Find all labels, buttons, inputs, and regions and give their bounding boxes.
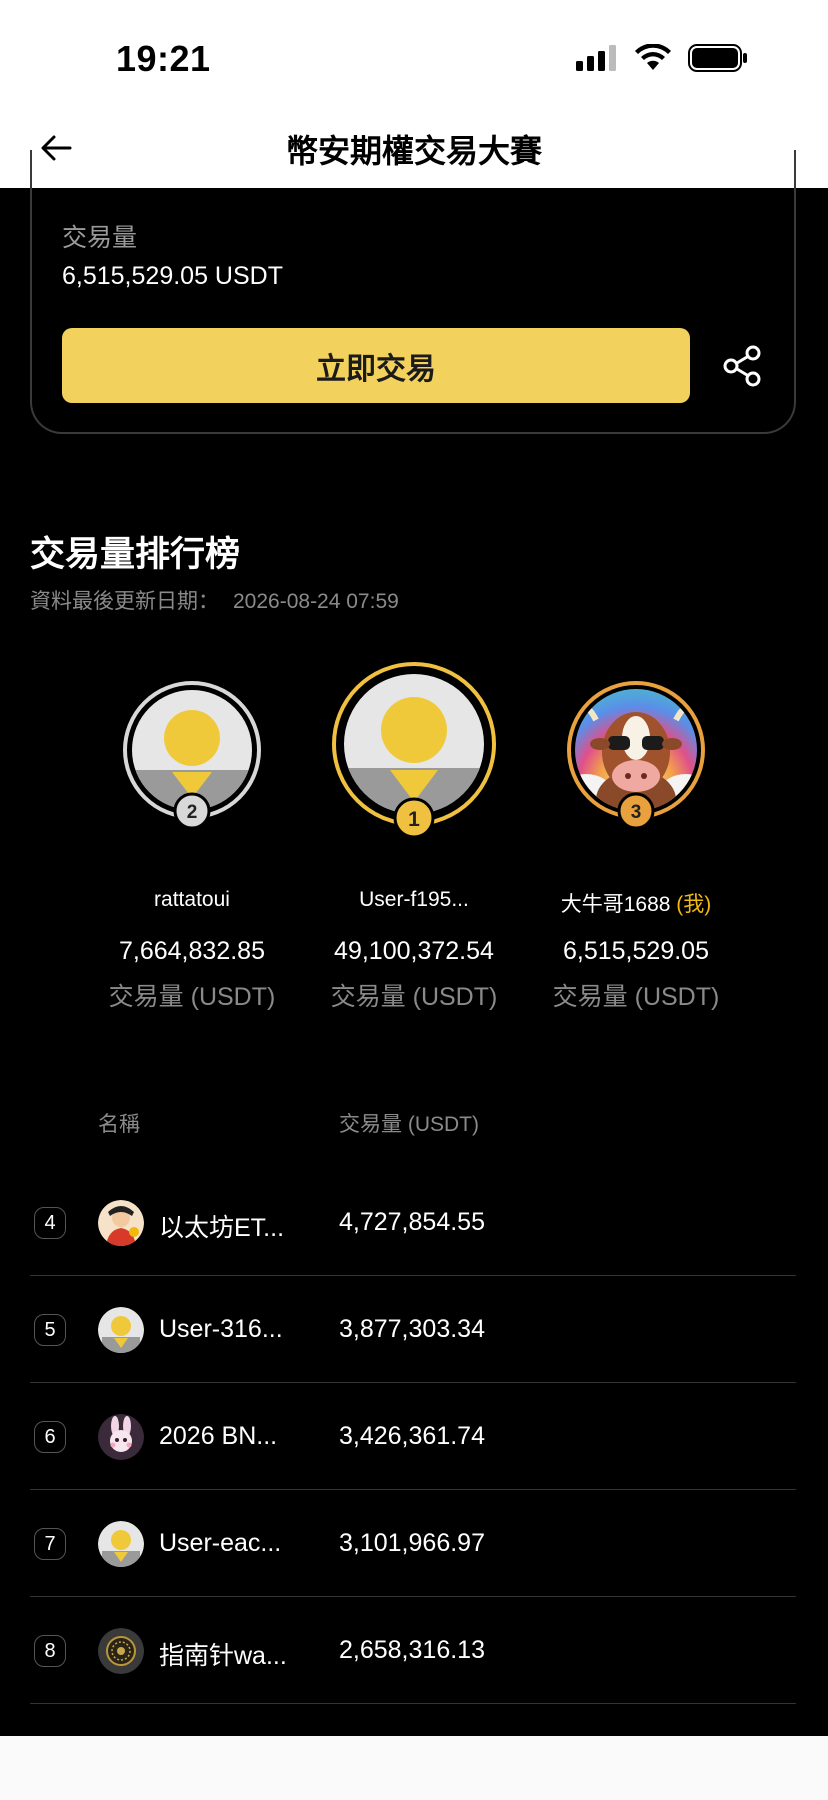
volume-value: 6,515,529.05 USDT: [62, 262, 283, 290]
cartoon-avatar-icon: [98, 1200, 144, 1246]
podium-unit-rank-1: 交易量 (USDT): [330, 983, 498, 1011]
coin-avatar-icon: [98, 1628, 144, 1674]
rank-2-badge: 2: [187, 802, 198, 823]
rank-badge: 4: [34, 1207, 66, 1239]
rank-badge: 7: [34, 1528, 66, 1560]
column-header-volume: 交易量 (USDT): [339, 1113, 479, 1136]
row-name: 2026 BN...: [159, 1422, 278, 1450]
row-value: 3,101,966.97: [339, 1529, 485, 1557]
rank-badge: 5: [34, 1314, 66, 1346]
table-row[interactable]: 8 指南针wa... 2,658,316.13: [30, 1596, 796, 1704]
bottom-bar: [0, 1736, 828, 1800]
table-row[interactable]: 4 以太坊ET... 4,727,854.55: [30, 1168, 796, 1276]
trade-now-button[interactable]: 立即交易: [62, 328, 690, 403]
default-avatar-icon: [98, 1307, 144, 1353]
row-name: User-316...: [159, 1315, 283, 1343]
row-name: User-eac...: [159, 1529, 282, 1557]
status-icons: [576, 44, 748, 72]
signal-icon: [576, 45, 616, 71]
podium-value-rank-3: 6,515,529.05: [563, 937, 709, 965]
podium-avatar-rank-2[interactable]: 2: [122, 680, 262, 830]
battery-icon: [688, 44, 747, 72]
podium-name-rank-2: rattatoui: [154, 888, 230, 911]
rank-badge: 8: [34, 1635, 66, 1667]
status-time: 19:21: [116, 38, 211, 79]
update-time: 2026-08-24 07:59: [233, 590, 399, 613]
podium-name-rank-3: 大牛哥1688 (我): [526, 888, 746, 918]
rank-1-badge: 1: [408, 808, 420, 831]
leaderboard-title: 交易量排行榜: [30, 535, 241, 574]
volume-label: 交易量: [62, 224, 138, 252]
podium-unit-rank-3: 交易量 (USDT): [552, 983, 720, 1011]
row-name: 指南针wa...: [159, 1642, 287, 1670]
column-header-name: 名稱: [98, 1113, 140, 1136]
status-bar: 19:21: [0, 0, 828, 110]
row-value: 2,658,316.13: [339, 1636, 485, 1664]
wifi-icon: [635, 44, 671, 70]
row-value: 3,426,361.74: [339, 1422, 485, 1450]
podium-value-rank-1: 49,100,372.54: [334, 937, 494, 965]
podium-avatar-rank-3[interactable]: 3: [566, 680, 706, 830]
share-icon[interactable]: [718, 342, 766, 390]
me-tag: (我): [676, 893, 712, 916]
podium-name-rank-1: User-f195...: [359, 888, 469, 911]
bunny-avatar-icon: [98, 1414, 144, 1460]
table-row[interactable]: 6 2026 BN... 3,426,361.74: [30, 1382, 796, 1490]
podium-unit-rank-2: 交易量 (USDT): [108, 983, 276, 1011]
podium-value-rank-2: 7,664,832.85: [119, 937, 265, 965]
update-info: 資料最後更新日期： 2026-08-24 07:59: [30, 585, 399, 615]
table-row[interactable]: 5 User-316... 3,877,303.34: [30, 1275, 796, 1383]
table-row[interactable]: 7 User-eac... 3,101,966.97: [30, 1489, 796, 1597]
podium-name-text-rank-3: 大牛哥1688: [560, 893, 671, 916]
rank-3-badge: 3: [631, 802, 642, 823]
row-name: 以太坊ET...: [159, 1214, 285, 1242]
rank-badge: 6: [34, 1421, 66, 1453]
podium-avatar-rank-1[interactable]: 1: [330, 660, 498, 842]
row-value: 3,877,303.34: [339, 1315, 485, 1343]
default-avatar-icon: [98, 1521, 144, 1567]
update-label: 資料最後更新日期：: [30, 590, 219, 613]
row-value: 4,727,854.55: [339, 1208, 485, 1236]
